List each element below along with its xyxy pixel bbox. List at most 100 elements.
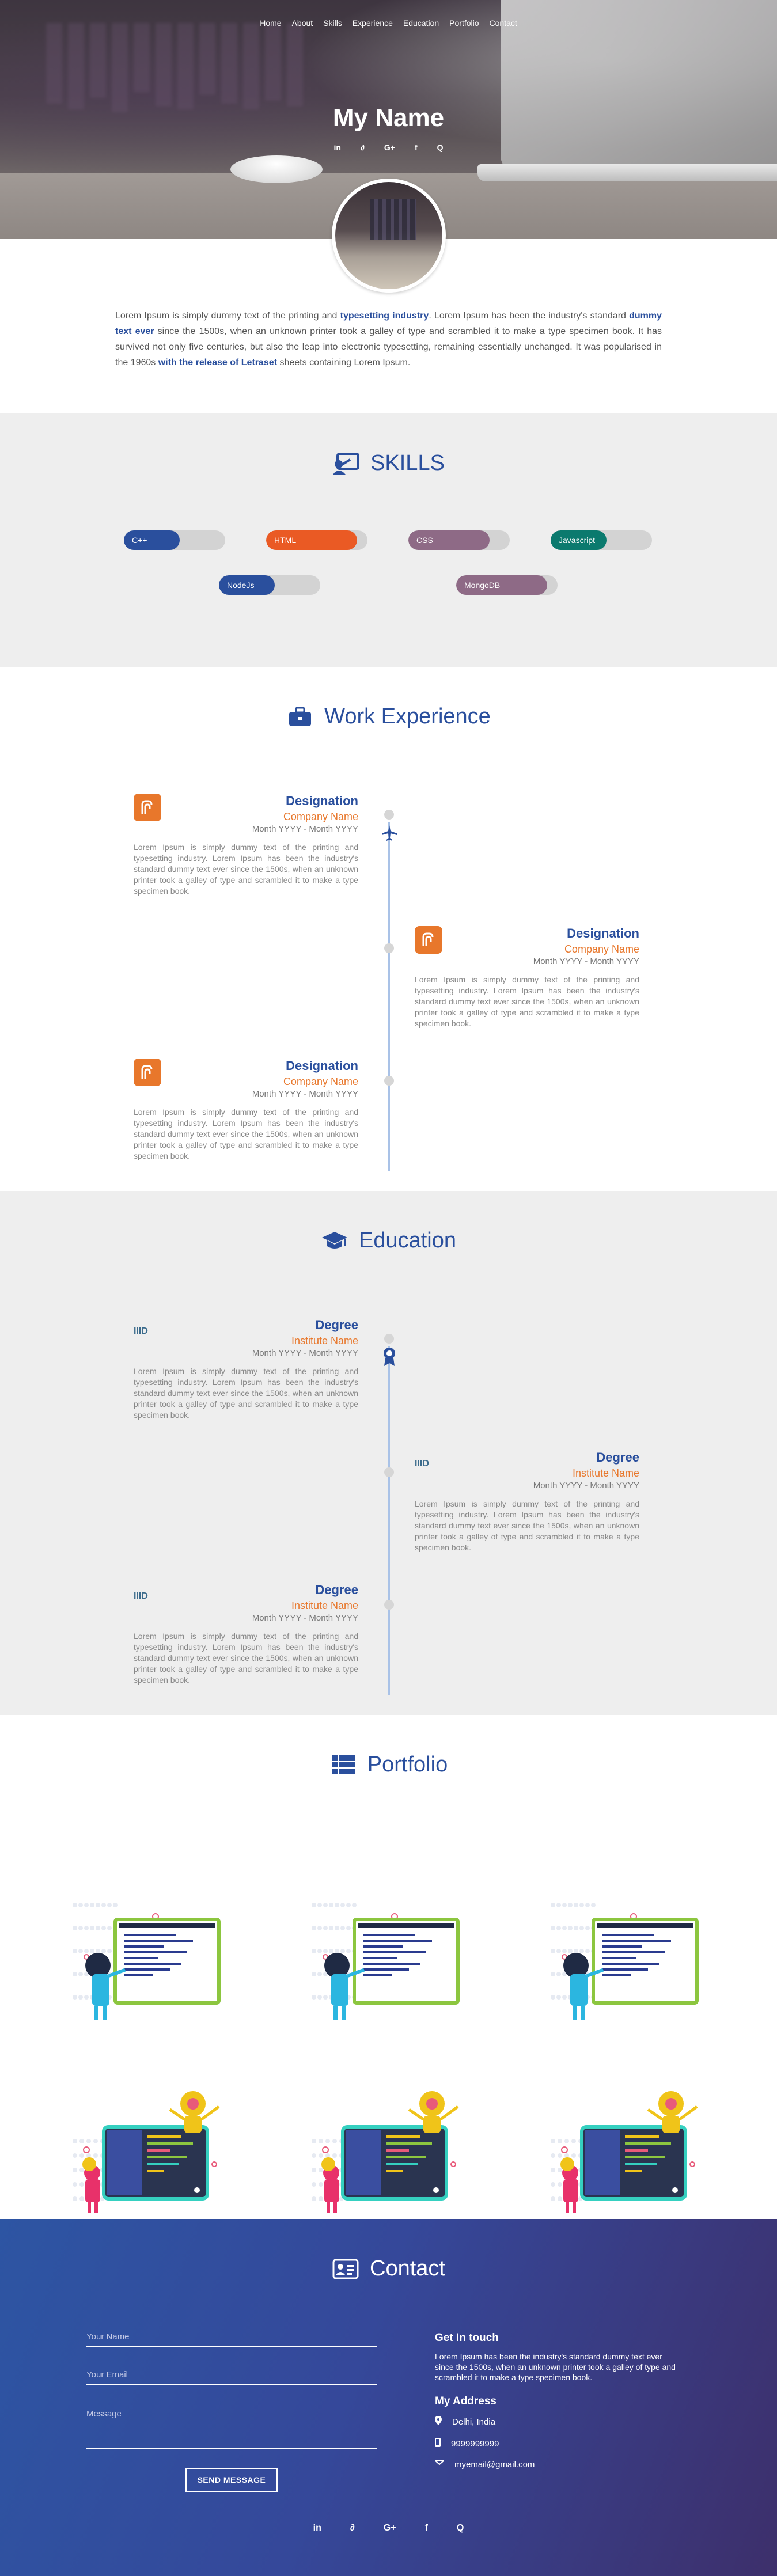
work-entry: Designation Company Name Month YYYY - Mo… xyxy=(134,794,358,897)
portfolio-item[interactable] xyxy=(63,1888,225,2032)
work-heading: Work Experience xyxy=(0,704,777,729)
profile-avatar xyxy=(332,179,446,293)
work-company: Company Name xyxy=(564,943,639,955)
skill-label: C++ xyxy=(132,536,147,545)
nav-skills[interactable]: Skills xyxy=(323,18,342,28)
timeline-dot xyxy=(384,1076,394,1086)
portfolio-item[interactable] xyxy=(541,2078,703,2222)
name-field[interactable]: Your Name xyxy=(86,2332,377,2347)
message-field[interactable]: Message xyxy=(86,2409,377,2449)
nav-about[interactable]: About xyxy=(292,18,313,28)
skill-fill: CSS xyxy=(408,530,490,550)
timeline-dot xyxy=(384,810,394,820)
skills-title: SKILLS xyxy=(370,451,445,475)
nav-portfolio[interactable]: Portfolio xyxy=(449,18,479,28)
skill-fill: NodeJs xyxy=(219,575,275,595)
company-logo-icon xyxy=(415,926,442,954)
contact-title: Contact xyxy=(370,2256,445,2281)
institute-logo-icon: IIID xyxy=(134,1591,148,1601)
location-line: Delhi, India xyxy=(435,2416,495,2427)
work-description: Lorem Ipsum is simply dummy text of the … xyxy=(134,1107,358,1160)
portfolio-item[interactable] xyxy=(63,2078,225,2222)
work-designation: Designation xyxy=(286,794,358,808)
linkedin-icon[interactable]: in xyxy=(333,143,340,152)
portfolio-heading: Portfolio xyxy=(0,1752,777,1777)
timeline-dot xyxy=(384,943,394,953)
skill-bar: NodeJs xyxy=(219,575,320,595)
education-description: Lorem Ipsum is simply dummy text of the … xyxy=(415,1499,639,1552)
skill-bar: C++ xyxy=(124,530,225,550)
skills-icon xyxy=(332,452,360,475)
nav-home[interactable]: Home xyxy=(260,18,281,28)
work-designation: Designation xyxy=(567,926,639,940)
education-entry: IIID Degree Institute Name Month YYYY - … xyxy=(134,1583,358,1686)
timeline-dot xyxy=(384,1334,394,1344)
certificate-icon xyxy=(379,1346,400,1367)
education-heading: Education xyxy=(0,1228,777,1253)
briefcase-icon xyxy=(286,705,314,729)
portfolio-item[interactable] xyxy=(541,1888,703,2032)
portfolio-section: Portfolio xyxy=(0,1715,777,2219)
company-logo-icon xyxy=(134,1059,161,1086)
skills-section: SKILLS C++ HTML CSS Javascript NodeJs Mo… xyxy=(0,413,777,667)
phone-text: 9999999999 xyxy=(451,2438,499,2449)
institute-logo-icon: IIID xyxy=(134,1326,148,1336)
work-section: Work Experience Designation Company Name… xyxy=(0,667,777,1191)
facebook-icon[interactable]: f xyxy=(425,2523,428,2533)
skill-label: Javascript xyxy=(559,536,596,545)
work-timeline-line xyxy=(388,822,390,1171)
work-description: Lorem Ipsum is simply dummy text of the … xyxy=(415,975,639,1028)
education-section: Education IIID Degree Institute Name Mon… xyxy=(0,1191,777,1715)
nav-experience[interactable]: Experience xyxy=(353,18,393,28)
nav-contact[interactable]: Contact xyxy=(490,18,517,28)
contact-heading: Contact xyxy=(0,2256,777,2281)
email-line: myemail@gmail.com xyxy=(434,2460,535,2469)
company-logo-icon xyxy=(134,794,161,821)
linkedin-icon[interactable]: in xyxy=(313,2523,321,2533)
stats-icon[interactable]: ∂ xyxy=(350,2523,355,2533)
top-nav: Home About Skills Experience Education P… xyxy=(0,18,777,28)
portfolio-title: Portfolio xyxy=(367,1752,448,1777)
portfolio-item[interactable] xyxy=(302,2078,464,2222)
hero-social-links: in ∂ G+ f Q xyxy=(0,143,777,152)
airplane-icon xyxy=(379,822,400,843)
education-entry: IIID Degree Institute Name Month YYYY - … xyxy=(415,1450,639,1553)
address-title: My Address xyxy=(435,2395,496,2407)
google-plus-icon[interactable]: G+ xyxy=(384,2523,396,2533)
google-plus-icon[interactable]: G+ xyxy=(384,143,395,152)
skill-bar: CSS xyxy=(408,530,510,550)
portfolio-item[interactable] xyxy=(302,1888,464,2032)
quora-icon[interactable]: Q xyxy=(437,143,444,152)
skills-heading: SKILLS xyxy=(0,451,777,476)
nav-education[interactable]: Education xyxy=(403,18,439,28)
skill-bar: MongoDB xyxy=(456,575,558,595)
footer-social-links: in ∂ G+ f Q xyxy=(0,2523,777,2533)
email-field[interactable]: Your Email xyxy=(86,2370,377,2385)
education-description: Lorem Ipsum is simply dummy text of the … xyxy=(134,1632,358,1685)
skill-fill: MongoDB xyxy=(456,575,548,595)
work-designation: Designation xyxy=(286,1059,358,1073)
grid-list-icon xyxy=(329,1754,357,1777)
education-timeline-line xyxy=(388,1346,390,1695)
hero-bg-mouse xyxy=(230,155,323,183)
contact-section: Contact Your Name Your Email Message SEN… xyxy=(0,2219,777,2576)
location-text: Delhi, India xyxy=(452,2416,496,2427)
education-title: Education xyxy=(358,1228,456,1253)
get-in-touch-title: Get In touch xyxy=(435,2332,499,2344)
skill-fill: HTML xyxy=(266,530,358,550)
work-entry: Designation Company Name Month YYYY - Mo… xyxy=(134,1059,358,1162)
timeline-dot xyxy=(384,1600,394,1610)
work-entry: Designation Company Name Month YYYY - Mo… xyxy=(415,926,639,1029)
send-message-button[interactable]: SEND MESSAGE xyxy=(185,2468,278,2492)
graduation-cap-icon xyxy=(321,1230,348,1253)
skill-label: MongoDB xyxy=(464,581,501,590)
education-institute: Institute Name xyxy=(572,1467,639,1479)
about-text: Lorem Ipsum is simply dummy text of the … xyxy=(115,311,662,367)
education-dates: Month YYYY - Month YYYY xyxy=(252,1348,358,1358)
quora-icon[interactable]: Q xyxy=(457,2523,464,2533)
education-dates: Month YYYY - Month YYYY xyxy=(533,1481,639,1490)
contact-card-icon xyxy=(332,2258,359,2281)
education-dates: Month YYYY - Month YYYY xyxy=(252,1613,358,1623)
stats-icon[interactable]: ∂ xyxy=(361,143,365,152)
facebook-icon[interactable]: f xyxy=(415,143,418,152)
